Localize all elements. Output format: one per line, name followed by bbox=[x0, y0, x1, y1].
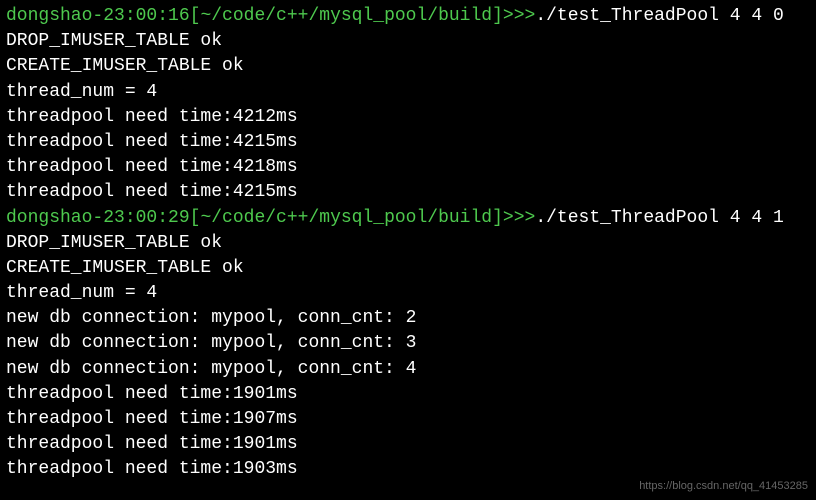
terminal-line: CREATE_IMUSER_TABLE ok bbox=[6, 54, 810, 79]
terminal-line: thread_num = 4 bbox=[6, 80, 810, 105]
output-text: DROP_IMUSER_TABLE ok bbox=[6, 233, 222, 253]
prompt-arrows: >>> bbox=[503, 6, 535, 26]
terminal-line: threadpool need time:4215ms bbox=[6, 130, 810, 155]
command-text: ./test_ThreadPool 4 4 0 bbox=[535, 6, 783, 26]
terminal-line: dongshao-23:00:16[~/code/c++/mysql_pool/… bbox=[6, 4, 810, 29]
terminal-line: new db connection: mypool, conn_cnt: 3 bbox=[6, 331, 810, 356]
prompt-user-host-time: dongshao-23:00:29 bbox=[6, 208, 190, 228]
terminal-line: threadpool need time:1901ms bbox=[6, 432, 810, 457]
output-text: CREATE_IMUSER_TABLE ok bbox=[6, 258, 244, 278]
output-text: new db connection: mypool, conn_cnt: 2 bbox=[6, 308, 416, 328]
prompt-arrows: >>> bbox=[503, 208, 535, 228]
prompt-user-host-time: dongshao-23:00:16 bbox=[6, 6, 190, 26]
output-text: threadpool need time:4215ms bbox=[6, 182, 298, 202]
terminal-line: thread_num = 4 bbox=[6, 281, 810, 306]
output-text: CREATE_IMUSER_TABLE ok bbox=[6, 56, 244, 76]
terminal-line: DROP_IMUSER_TABLE ok bbox=[6, 231, 810, 256]
terminal-line: new db connection: mypool, conn_cnt: 2 bbox=[6, 306, 810, 331]
output-text: thread_num = 4 bbox=[6, 82, 157, 102]
output-text: DROP_IMUSER_TABLE ok bbox=[6, 31, 222, 51]
terminal-line: dongshao-23:00:29[~/code/c++/mysql_pool/… bbox=[6, 206, 810, 231]
watermark-text: https://blog.csdn.net/qq_41453285 bbox=[639, 479, 808, 494]
output-text: new db connection: mypool, conn_cnt: 4 bbox=[6, 359, 416, 379]
output-text: threadpool need time:1901ms bbox=[6, 384, 298, 404]
terminal-line: threadpool need time:4218ms bbox=[6, 155, 810, 180]
terminal-line: threadpool need time:4212ms bbox=[6, 105, 810, 130]
prompt-path: [~/code/c++/mysql_pool/build] bbox=[190, 208, 503, 228]
command-text: ./test_ThreadPool 4 4 1 bbox=[535, 208, 783, 228]
terminal-output: dongshao-23:00:16[~/code/c++/mysql_pool/… bbox=[6, 4, 810, 483]
terminal-line: threadpool need time:1907ms bbox=[6, 407, 810, 432]
terminal-line: CREATE_IMUSER_TABLE ok bbox=[6, 256, 810, 281]
terminal-line: DROP_IMUSER_TABLE ok bbox=[6, 29, 810, 54]
output-text: thread_num = 4 bbox=[6, 283, 157, 303]
output-text: threadpool need time:4218ms bbox=[6, 157, 298, 177]
terminal-line: threadpool need time:1901ms bbox=[6, 382, 810, 407]
output-text: threadpool need time:1903ms bbox=[6, 459, 298, 479]
terminal-line: threadpool need time:4215ms bbox=[6, 180, 810, 205]
output-text: threadpool need time:4215ms bbox=[6, 132, 298, 152]
output-text: threadpool need time:1907ms bbox=[6, 409, 298, 429]
output-text: threadpool need time:1901ms bbox=[6, 434, 298, 454]
output-text: new db connection: mypool, conn_cnt: 3 bbox=[6, 333, 416, 353]
output-text: threadpool need time:4212ms bbox=[6, 107, 298, 127]
prompt-path: [~/code/c++/mysql_pool/build] bbox=[190, 6, 503, 26]
terminal-line: new db connection: mypool, conn_cnt: 4 bbox=[6, 357, 810, 382]
